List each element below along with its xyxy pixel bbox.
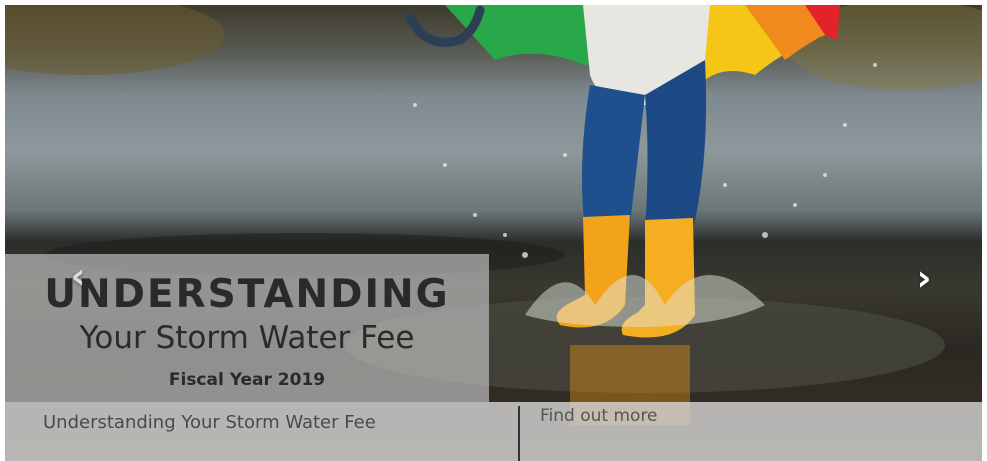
- slide-info-bar: Understanding Your Storm Water Fee Find …: [5, 402, 982, 461]
- hero-carousel: UNDERSTANDING Your Storm Water Fee Fisca…: [0, 0, 987, 461]
- chevron-right-icon: ›: [916, 257, 932, 299]
- next-slide-button[interactable]: ›: [906, 256, 942, 300]
- find-out-more-link[interactable]: Find out more: [540, 406, 658, 426]
- caption-fiscal-year: Fiscal Year 2019: [168, 370, 326, 390]
- chevron-left-icon: ‹: [70, 255, 86, 297]
- caption-subheading: Your Storm Water Fee: [79, 320, 415, 356]
- divider: [518, 406, 520, 461]
- slide-title: Understanding Your Storm Water Fee: [43, 412, 376, 433]
- previous-slide-button[interactable]: ‹: [60, 254, 96, 298]
